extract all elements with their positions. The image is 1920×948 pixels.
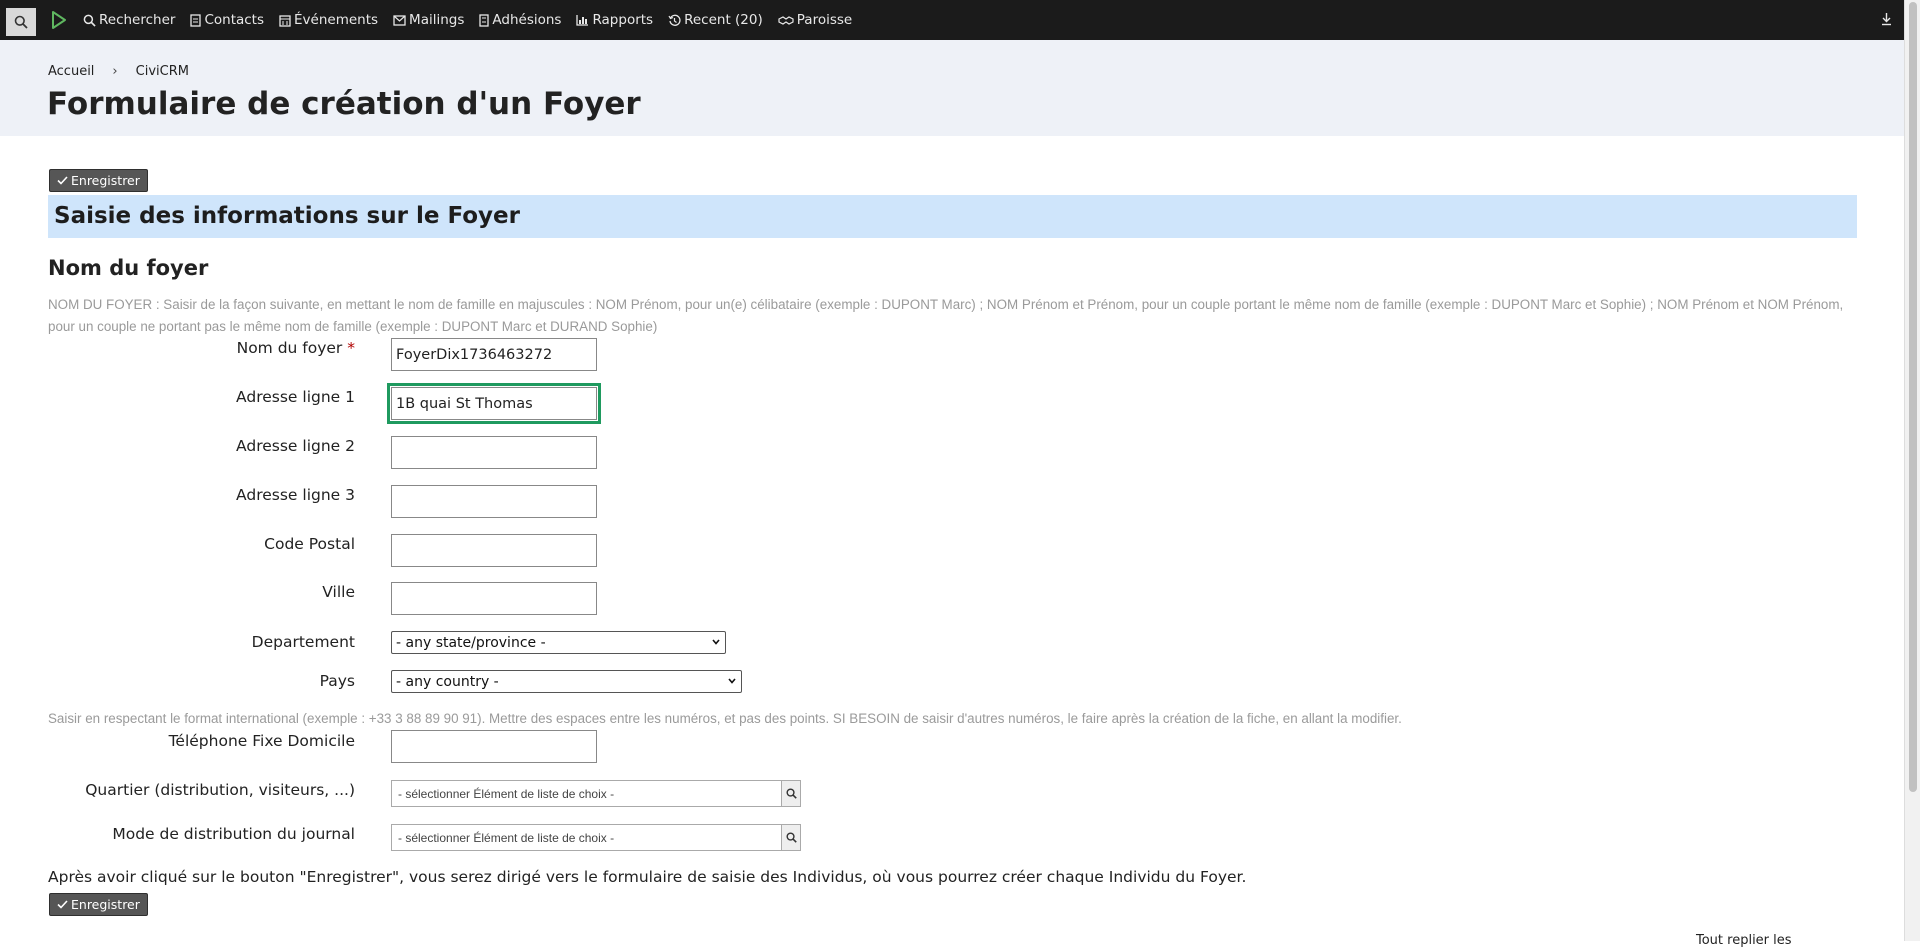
household-name-label: Nom du foyer * [45, 339, 355, 357]
city-label: Ville [322, 583, 355, 601]
journal-label: Mode de distribution du journal [112, 825, 355, 843]
menu-label: Mailings [409, 12, 465, 28]
page-scrollbar[interactable] [1904, 0, 1920, 941]
check-icon [57, 176, 68, 185]
phone-input[interactable] [391, 730, 597, 763]
check-icon [57, 900, 68, 909]
search-icon [14, 15, 28, 29]
menu-label: Recent (20) [684, 12, 763, 28]
menu-label: Adhésions [492, 12, 562, 28]
menu-label: Paroisse [796, 12, 853, 28]
calendar-icon [279, 14, 291, 27]
address3-label: Adresse ligne 3 [236, 486, 355, 504]
handshake-icon [778, 15, 794, 25]
journal-placeholder: - sélectionner Élément de liste de choix… [398, 830, 615, 845]
menu-contacts[interactable]: Contacts [190, 12, 264, 28]
save-button-label: Enregistrer [71, 173, 140, 188]
envelope-icon [393, 14, 406, 26]
postal-code-input[interactable] [391, 534, 597, 567]
menu-label: Contacts [204, 12, 265, 28]
breadcrumb-separator: › [112, 64, 118, 79]
phone-help: Saisir en respectant le format internati… [48, 711, 1402, 726]
civicrm-menubar: Rechercher Contacts Événements Mailings … [0, 0, 1904, 40]
breadcrumb-civicrm-link[interactable]: CiviCRM [136, 64, 189, 79]
address2-input[interactable] [391, 436, 597, 469]
page-header: Accueil › CiviCRM Formulaire de création… [0, 40, 1904, 136]
search-icon [785, 832, 797, 843]
city-input[interactable] [391, 582, 597, 615]
required-marker: * [347, 339, 355, 357]
address1-label: Adresse ligne 1 [236, 388, 355, 406]
section-title: Saisie des informations sur le Foyer [54, 203, 520, 229]
help-line: pour un couple ne portant pas le même no… [48, 319, 658, 334]
country-select[interactable]: - any country - [391, 670, 742, 693]
bar-chart-icon [576, 15, 589, 26]
history-icon [668, 14, 681, 26]
save-button-top[interactable]: Enregistrer [49, 169, 148, 192]
download-icon[interactable] [1881, 12, 1892, 26]
chevron-down-icon [712, 639, 720, 645]
phone-label: Téléphone Fixe Domicile [168, 732, 355, 750]
address2-label: Adresse ligne 2 [236, 437, 355, 455]
id-badge-icon [479, 13, 490, 27]
menu-label: Rechercher [99, 12, 176, 28]
district-select[interactable]: - sélectionner Élément de liste de choix… [391, 780, 801, 807]
district-label: Quartier (distribution, visiteurs, ...) [85, 781, 355, 799]
chevron-down-icon [728, 678, 736, 684]
save-button-label: Enregistrer [71, 897, 140, 912]
journal-select[interactable]: - sélectionner Élément de liste de choix… [391, 824, 801, 851]
district-search-button[interactable] [781, 780, 801, 807]
journal-search-button[interactable] [781, 824, 801, 851]
menu-rapports[interactable]: Rapports [576, 12, 653, 28]
address3-input[interactable] [391, 485, 597, 518]
civicrm-logo-icon[interactable] [50, 10, 68, 30]
scrollbar-thumb[interactable] [1909, 2, 1917, 792]
search-icon [785, 788, 797, 799]
help-line: NOM DU FOYER : Saisir de la façon suivan… [48, 297, 1844, 312]
breadcrumb: Accueil › CiviCRM [48, 64, 189, 79]
breadcrumb-home-link[interactable]: Accueil [48, 64, 94, 79]
household-name-label-text: Nom du foyer [236, 339, 343, 357]
country-label: Pays [319, 672, 355, 690]
state-label: Departement [251, 633, 355, 651]
postal-code-label: Code Postal [264, 535, 355, 553]
address-card-icon [190, 13, 202, 27]
menu-label: Rapports [592, 12, 654, 28]
address1-input[interactable] [387, 383, 601, 424]
state-select-value: - any state/province - [396, 634, 546, 651]
country-select-value: - any country - [396, 673, 499, 690]
group-title: Nom du foyer [48, 256, 209, 280]
menu-mailings[interactable]: Mailings [393, 12, 464, 28]
district-placeholder: - sélectionner Élément de liste de choix… [398, 786, 615, 801]
menu-recent[interactable]: Recent (20) [668, 12, 763, 28]
menu-adhesions[interactable]: Adhésions [479, 12, 561, 28]
menu-rechercher[interactable]: Rechercher [83, 12, 175, 28]
menu-label: Événements [294, 12, 379, 28]
household-name-help: NOM DU FOYER : Saisir de la façon suivan… [48, 294, 1858, 338]
search-icon [83, 14, 96, 27]
household-name-input[interactable] [391, 338, 597, 371]
state-select[interactable]: - any state/province - [391, 631, 726, 654]
page-title: Formulaire de création d'un Foyer [47, 86, 641, 122]
save-button-bottom[interactable]: Enregistrer [49, 893, 148, 916]
menu-evenements[interactable]: Événements [279, 12, 378, 28]
menu-paroisse[interactable]: Paroisse [778, 12, 852, 28]
quicksearch-button[interactable] [6, 8, 36, 36]
after-save-note: Après avoir cliqué sur le bouton "Enregi… [48, 868, 1247, 886]
section-header: Saisie des informations sur le Foyer [48, 195, 1857, 238]
